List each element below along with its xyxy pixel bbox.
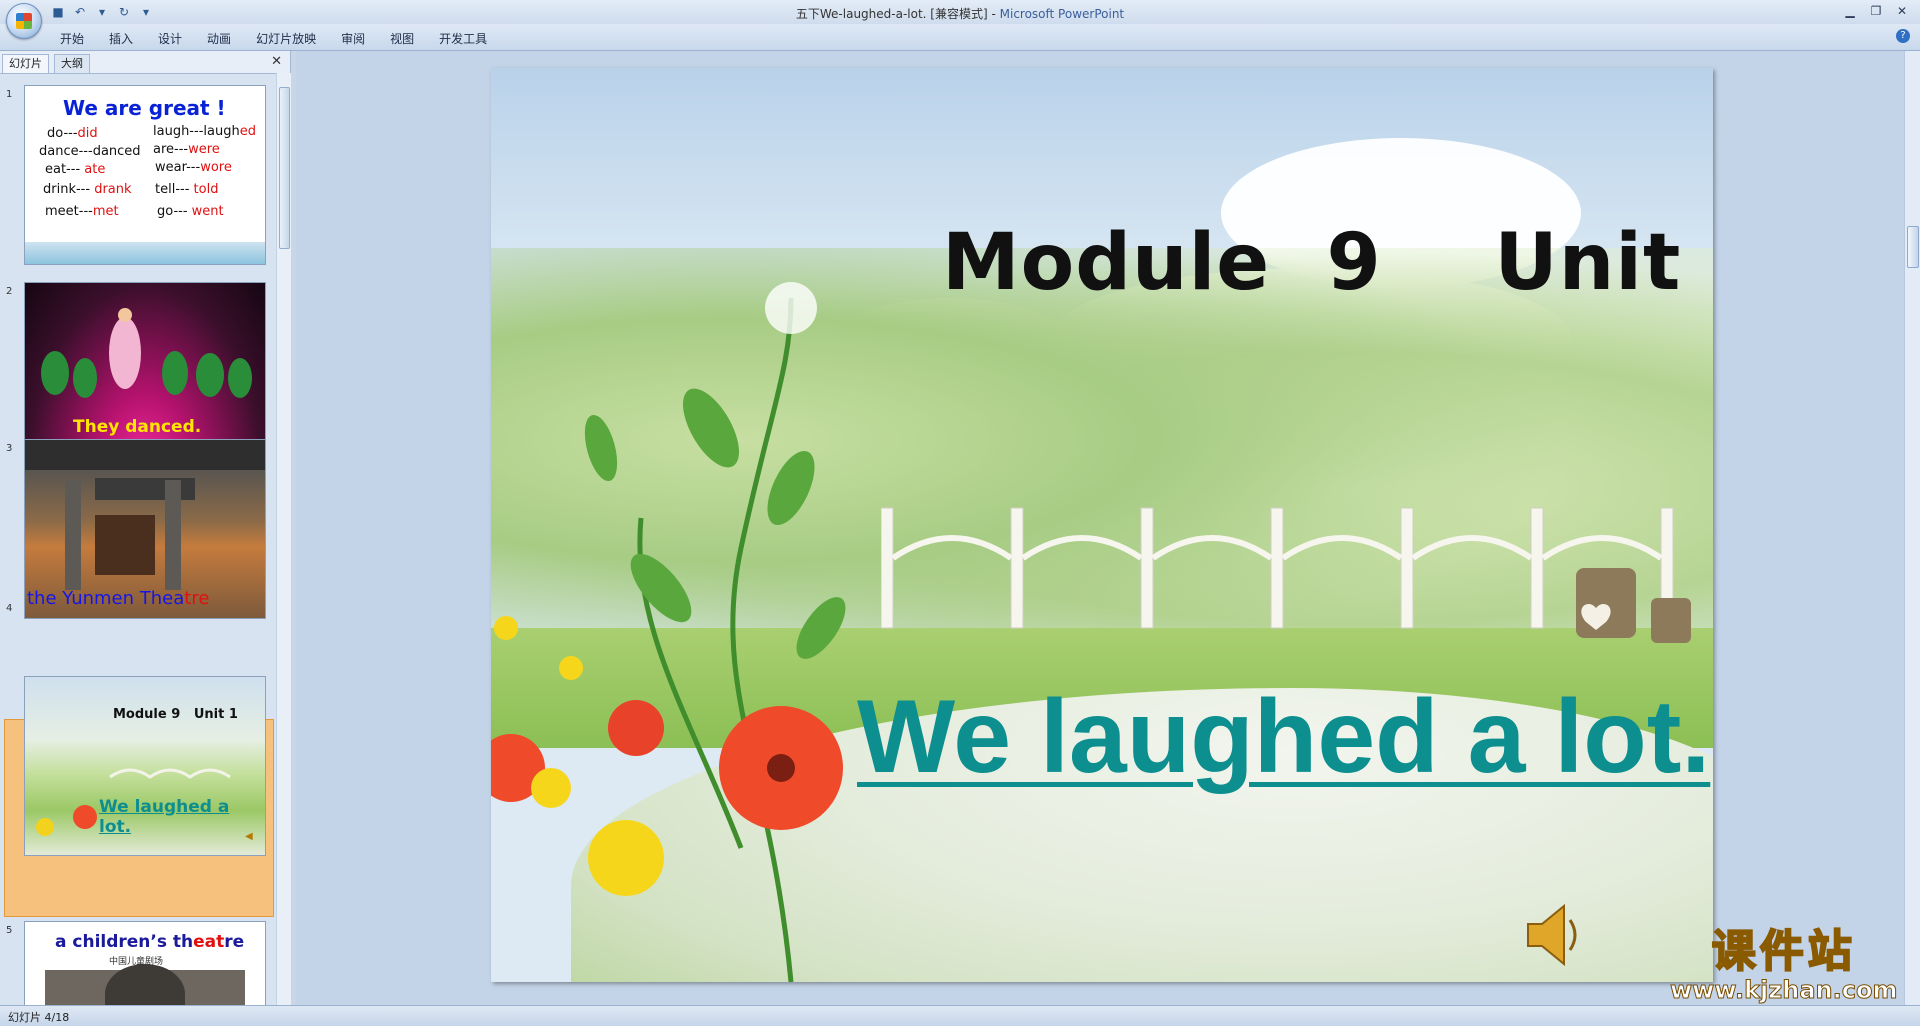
office-button[interactable] — [6, 3, 42, 39]
title-separator: - — [987, 7, 1000, 21]
window-title: 五下We-laughed-a-lot. [兼容模式] - Microsoft P… — [0, 5, 1920, 22]
theatre-building — [45, 964, 245, 1006]
verb-pair: eat--- ate — [45, 162, 106, 177]
slide-title[interactable]: We laughed a lot. — [857, 678, 1710, 797]
tab-outline[interactable]: 大纲 — [54, 54, 90, 73]
window-controls: ▁ ❐ ✕ — [1838, 2, 1914, 20]
flowers-and-vines — [491, 282, 846, 982]
panel-tabs: 幻灯片 大纲 ✕ — [0, 51, 290, 74]
watermark: 课件站 www.kjzhan.com — [1669, 926, 1898, 1005]
office-logo-icon — [16, 13, 32, 29]
status-bar: 幻灯片 4/18 — [0, 1005, 1920, 1026]
current-slide[interactable]: Module 9 Unit 1 We laughed a lot. — [491, 68, 1713, 982]
verb-pair: go--- went — [157, 204, 224, 219]
close-icon[interactable]: ✕ — [1890, 2, 1914, 20]
tab-slideshow[interactable]: 幻灯片放映 — [256, 30, 316, 47]
verb-pair: are---were — [153, 142, 220, 157]
ribbon-tabs: 开始 插入 设计 动画 幻灯片放映 审阅 视图 开发工具 ? — [0, 24, 1920, 51]
watermark-url: www.kjzhan.com — [1669, 976, 1898, 1005]
slide-number: 2 — [6, 286, 13, 297]
watermark-name: 课件站 — [1711, 926, 1856, 977]
verb-pair: laugh---laughed — [153, 124, 256, 139]
speaker-icon: ◀ — [245, 831, 253, 842]
thumbnail-module: Module 9 Unit 1 — [113, 707, 238, 722]
thumbnail-caption: the Yunmen Theatre — [27, 588, 210, 609]
canvas-scrollbar[interactable] — [1904, 51, 1920, 1005]
thumbnail-caption: a children’s theatre — [55, 932, 245, 952]
panel-scrollbar[interactable] — [276, 73, 291, 1005]
panel-close-icon[interactable]: ✕ — [271, 54, 282, 69]
slides-panel: 幻灯片 大纲 ✕ 1 We are great ! do---did laugh… — [0, 51, 291, 1006]
verb-pair: dance---danced — [39, 144, 141, 159]
help-icon[interactable]: ? — [1896, 29, 1910, 43]
module-unit-heading[interactable]: Module 9 Unit 1 — [942, 218, 1713, 308]
tab-developer[interactable]: 开发工具 — [439, 30, 487, 47]
slide-thumbnail-4[interactable]: Module 9 Unit 1 We laughed a lot. ◀ — [24, 676, 266, 856]
tab-design[interactable]: 设计 — [158, 30, 182, 47]
slide-number: 1 — [6, 89, 13, 100]
verb-pair: tell--- told — [155, 182, 219, 197]
slide-thumbnail-2[interactable]: They danced. — [24, 282, 266, 462]
thumbnail-title: We are great ! — [63, 96, 226, 120]
tab-view[interactable]: 视图 — [390, 30, 414, 47]
minimize-icon[interactable]: ▁ — [1838, 2, 1862, 20]
slide-number: 3 — [6, 443, 13, 454]
tab-animations[interactable]: 动画 — [207, 30, 231, 47]
verb-pair: drink--- drank — [43, 182, 132, 197]
thumbnail-caption: They danced. — [73, 417, 202, 437]
title-bar: ■ ↶ ▾ ↻ ▾ 五下We-laughed-a-lot. [兼容模式] - M… — [0, 0, 1920, 24]
panel-scrollbar-thumb[interactable] — [279, 87, 290, 249]
thumbnail-title: We laughed a lot. — [99, 797, 230, 837]
slide-number: 4 — [6, 603, 13, 614]
slide-number: 5 — [6, 925, 13, 936]
document-title: 五下We-laughed-a-lot. [兼容模式] — [795, 7, 988, 21]
tab-slides[interactable]: 幻灯片 — [2, 54, 49, 73]
slide-thumbnail-1[interactable]: We are great ! do---did laugh---laughed … — [24, 85, 266, 265]
maximize-icon[interactable]: ❐ — [1864, 2, 1888, 20]
verb-pair: do---did — [47, 126, 98, 141]
tab-insert[interactable]: 插入 — [109, 30, 133, 47]
verb-pair: wear---wore — [155, 160, 232, 175]
thumbnail-band — [25, 242, 265, 264]
canvas-scrollbar-thumb[interactable] — [1907, 226, 1919, 268]
slide-thumbnail-5[interactable]: a children’s theatre 中国儿童剧场 — [24, 921, 266, 1006]
verb-pair: meet---met — [45, 204, 119, 219]
tab-home[interactable]: 开始 — [60, 30, 84, 47]
tab-review[interactable]: 审阅 — [341, 30, 365, 47]
application-name: Microsoft PowerPoint — [999, 7, 1125, 21]
slide-indicator: 幻灯片 4/18 — [8, 1011, 70, 1024]
slide-thumbnail-3[interactable]: the Yunmen Theatre — [24, 439, 266, 619]
speaker-icon[interactable] — [1524, 900, 1584, 970]
